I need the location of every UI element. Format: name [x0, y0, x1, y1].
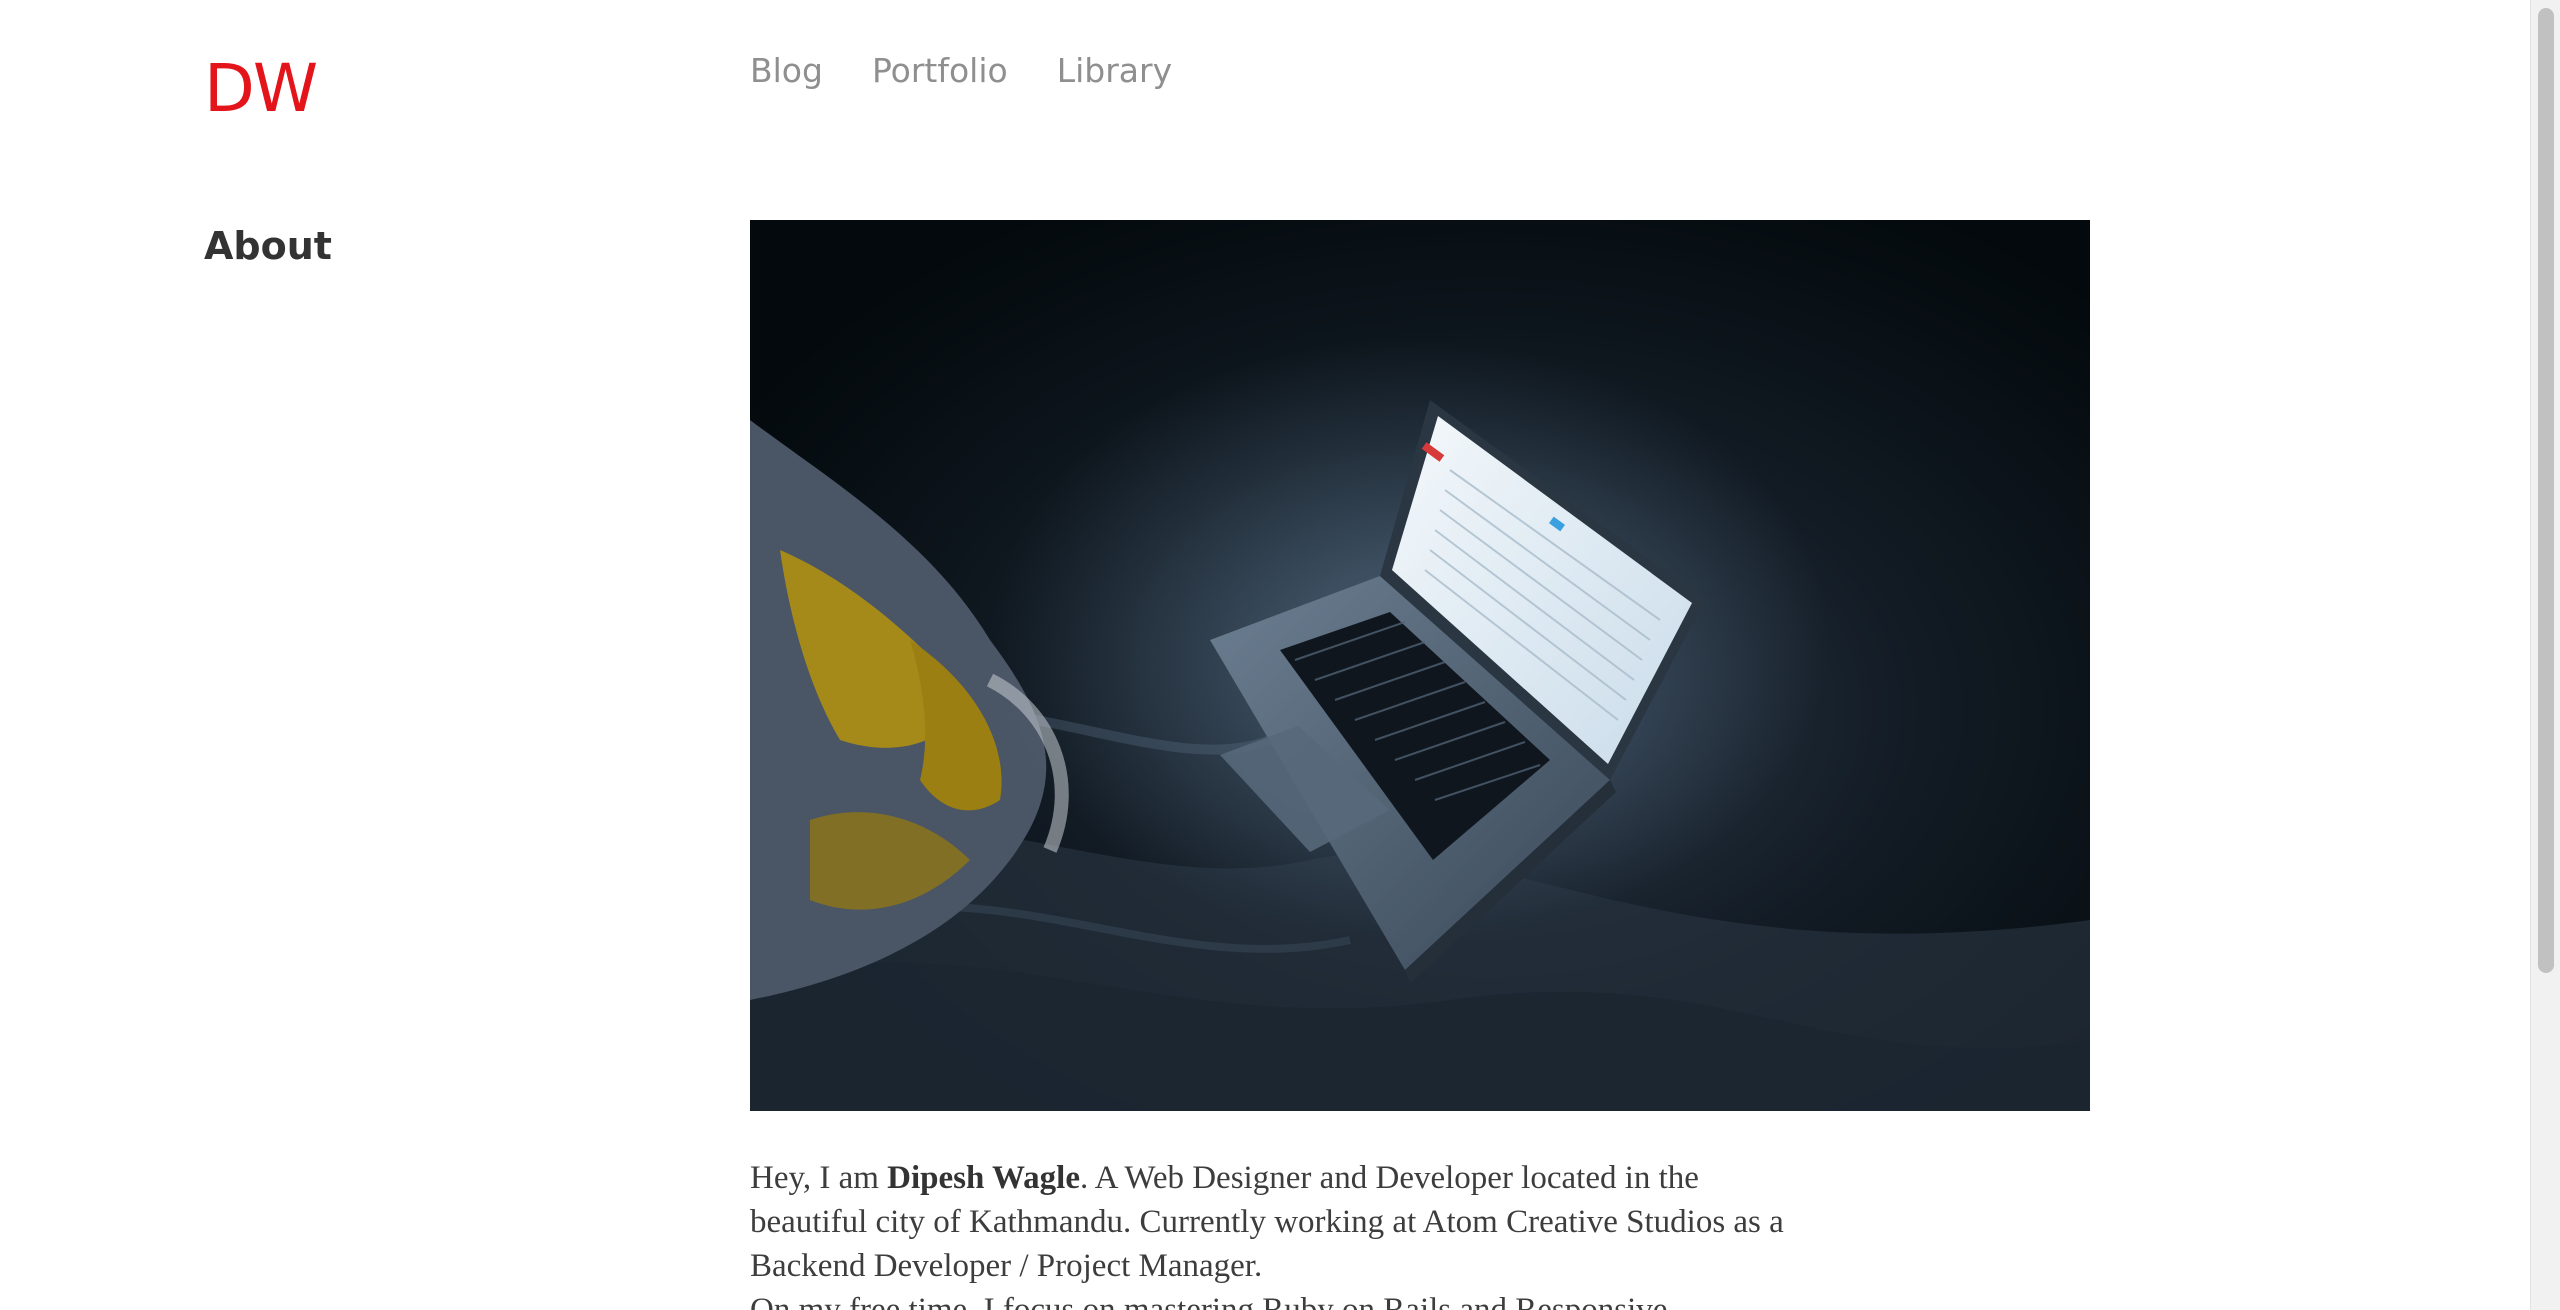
nav-link-blog[interactable]: Blog	[750, 48, 823, 94]
intro-second-paragraph: On my free time, I focus on mastering Ru…	[750, 1292, 1668, 1310]
nav-link-portfolio[interactable]: Portfolio	[872, 48, 1008, 94]
vertical-scrollbar[interactable]	[2530, 0, 2560, 1310]
page-title: About	[204, 224, 332, 268]
intro-paragraph: Hey, I am Dipesh Wagle. A Web Designer a…	[750, 1156, 1810, 1310]
hero-photo-illustration	[750, 220, 2090, 1111]
site-logo[interactable]: DW	[204, 48, 318, 130]
scrollbar-thumb[interactable]	[2538, 8, 2554, 973]
main-navigation: Blog Portfolio Library	[750, 48, 1172, 94]
intro-lead: Hey, I am	[750, 1160, 888, 1196]
author-name: Dipesh Wagle	[887, 1160, 1080, 1196]
hero-photo-laptop-on-bed	[750, 220, 2090, 1111]
nav-link-library[interactable]: Library	[1057, 48, 1172, 94]
